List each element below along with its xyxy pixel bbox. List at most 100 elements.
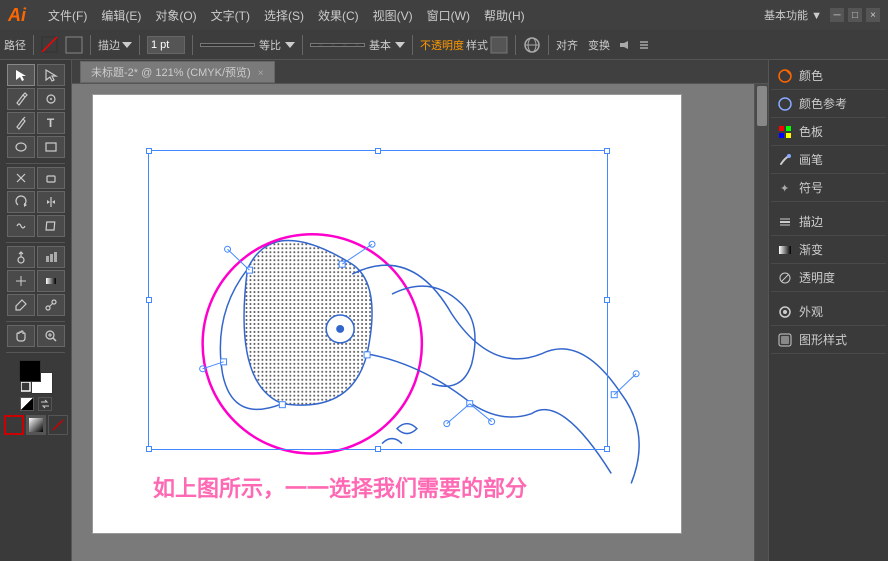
menu-effect[interactable]: 效果(C) xyxy=(312,5,365,26)
swap-colors-button[interactable] xyxy=(38,397,52,411)
toolbar-separator xyxy=(33,35,34,55)
menu-bar[interactable]: 文件(F) 编辑(E) 对象(O) 文字(T) 选择(S) 效果(C) 视图(V… xyxy=(42,5,531,26)
app-logo: Ai xyxy=(8,5,26,26)
tool-separator-1 xyxy=(6,163,65,164)
minimize-button[interactable]: ─ xyxy=(830,8,844,22)
color-boxes xyxy=(2,360,69,435)
tab-bar: 未标题-2* @ 121% (CMYK/预览) × xyxy=(72,60,768,84)
panel-swatches[interactable]: 色板 xyxy=(771,118,886,146)
stroke-line-preview: 等比 xyxy=(200,37,295,53)
rectangle-tool[interactable] xyxy=(37,136,65,158)
blend-tool[interactable] xyxy=(37,294,65,316)
toolbar-separator-3 xyxy=(139,35,140,55)
globe-icon-btn[interactable] xyxy=(523,36,541,54)
toolbar-separator-6 xyxy=(412,35,413,55)
scissors-tool[interactable] xyxy=(7,167,35,189)
stroke-dash-preview: 基本 xyxy=(310,37,405,53)
tool-row-5 xyxy=(2,167,69,189)
zoom-tool[interactable] xyxy=(37,325,65,347)
style-swatch-icon xyxy=(490,36,508,54)
eraser-tool[interactable] xyxy=(37,167,65,189)
tool-row-10 xyxy=(2,294,69,316)
menu-select[interactable]: 选择(S) xyxy=(258,5,310,26)
panel-stroke[interactable]: 描边 xyxy=(771,208,886,236)
panel-gradient[interactable]: 渐变 xyxy=(771,236,886,264)
symbol-sprayer-tool[interactable] xyxy=(7,246,35,268)
panel-gradient-label: 渐变 xyxy=(799,241,823,258)
menu-text[interactable]: 文字(T) xyxy=(205,5,256,26)
stroke-width-input[interactable] xyxy=(147,36,185,54)
opacity-control[interactable]: 不透明度 样式 xyxy=(420,36,508,54)
warp-tool[interactable] xyxy=(7,215,35,237)
basic-chevron-icon xyxy=(395,40,405,50)
stroke-mode[interactable]: 描边 xyxy=(98,37,132,53)
default-colors-button[interactable] xyxy=(20,397,34,411)
toolbar-separator-7 xyxy=(515,35,516,55)
fill-mode-button[interactable] xyxy=(4,415,24,435)
panel-transparency[interactable]: 透明度 xyxy=(771,264,886,292)
free-transform-tool[interactable] xyxy=(37,215,65,237)
panel-appearance[interactable]: 外观 xyxy=(771,298,886,326)
menu-window[interactable]: 窗口(W) xyxy=(421,5,476,26)
stroke-color-picker[interactable] xyxy=(41,36,83,54)
menu-help[interactable]: 帮助(H) xyxy=(478,5,531,26)
menu-file[interactable]: 文件(F) xyxy=(42,5,93,26)
chevron-down-icon xyxy=(122,40,132,50)
svg-text:✦: ✦ xyxy=(780,183,789,195)
canvas-area: 未标题-2* @ 121% (CMYK/预览) × xyxy=(72,60,768,561)
workspace-selector[interactable]: 基本功能 ▼ xyxy=(764,7,822,23)
close-button[interactable]: × xyxy=(866,8,880,22)
vertical-scrollbar[interactable] xyxy=(754,84,768,561)
more-options[interactable] xyxy=(638,39,650,51)
right-panel: 颜色 颜色参考 色板 画笔 ✦ 符号 xyxy=(768,60,888,561)
menu-view[interactable]: 视图(V) xyxy=(367,5,419,26)
panel-symbols[interactable]: ✦ 符号 xyxy=(771,174,886,202)
direct-selection-tool[interactable] xyxy=(37,64,65,86)
tool-row-2 xyxy=(2,88,69,110)
pen-tool[interactable] xyxy=(7,88,35,110)
document-tab[interactable]: 未标题-2* @ 121% (CMYK/预览) × xyxy=(80,61,275,83)
pencil-tool[interactable] xyxy=(7,112,35,134)
panel-graphic-styles[interactable]: 图形样式 xyxy=(771,326,886,354)
tab-close-button[interactable]: × xyxy=(258,68,264,79)
panel-graphic-styles-label: 图形样式 xyxy=(799,331,847,348)
stroke-panel-icon xyxy=(777,214,793,230)
maximize-button[interactable]: □ xyxy=(848,8,862,22)
tab-title: 未标题-2* @ 121% (CMYK/预览) xyxy=(91,67,251,79)
foreground-background-colors[interactable] xyxy=(19,360,53,394)
mesh-tool[interactable] xyxy=(7,270,35,292)
ratio-chevron-icon xyxy=(285,40,295,50)
foreground-color-box[interactable] xyxy=(19,360,41,382)
tool-row-9 xyxy=(2,270,69,292)
gradient-mode-button[interactable] xyxy=(26,415,46,435)
gradient-tool[interactable] xyxy=(37,270,65,292)
vertical-scroll-thumb[interactable] xyxy=(757,86,767,126)
rotate-tool[interactable] xyxy=(7,191,35,213)
anchor-tool[interactable] xyxy=(37,88,65,110)
selection-tool[interactable] xyxy=(7,64,35,86)
menu-edit[interactable]: 编辑(E) xyxy=(95,5,147,26)
ellipse-tool[interactable] xyxy=(7,136,35,158)
column-graph-tool[interactable] xyxy=(37,246,65,268)
window-controls[interactable]: ─ □ × xyxy=(830,8,880,22)
stroke-color-icon xyxy=(41,36,63,54)
eyedropper-tool[interactable] xyxy=(7,294,35,316)
panel-brushes-label: 画笔 xyxy=(799,151,823,168)
panel-brushes[interactable]: 画笔 xyxy=(771,146,886,174)
toolbar-separator-8 xyxy=(548,35,549,55)
stroke-type-icon xyxy=(65,36,83,54)
menu-object[interactable]: 对象(O) xyxy=(149,5,202,26)
hand-tool[interactable] xyxy=(7,325,35,347)
transparency-icon xyxy=(777,270,793,286)
basic-label: 基本 xyxy=(369,37,391,53)
stroke-mode-label: 描边 xyxy=(98,37,120,53)
type-tool[interactable]: T xyxy=(37,112,65,134)
panel-color-guide[interactable]: 颜色参考 xyxy=(771,90,886,118)
transform-options[interactable] xyxy=(618,39,630,51)
none-mode-button[interactable] xyxy=(48,415,68,435)
toolbar-separator-5 xyxy=(302,35,303,55)
canvas-viewport[interactable]: 如上图所示，一一选择我们需要的部分 xyxy=(72,84,768,561)
panel-color[interactable]: 颜色 xyxy=(771,62,886,90)
brushes-icon xyxy=(777,152,793,168)
reflect-tool[interactable] xyxy=(37,191,65,213)
